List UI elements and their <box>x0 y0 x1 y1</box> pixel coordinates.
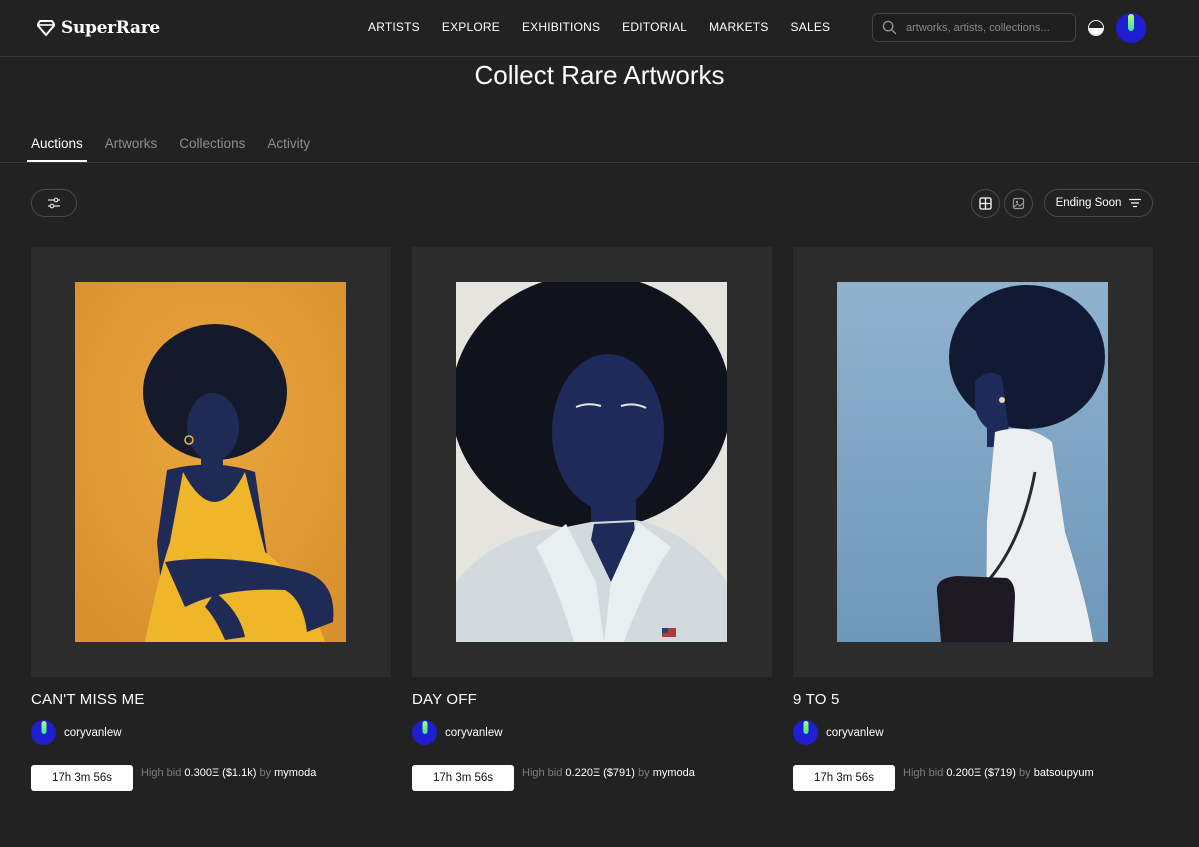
artwork-title[interactable]: DAY OFF <box>412 691 477 708</box>
tab-auctions[interactable]: Auctions <box>27 136 87 162</box>
bid-prefix: High bid <box>522 767 563 779</box>
bid-amount: 0.220Ξ ($791) <box>565 767 635 779</box>
sort-dropdown[interactable]: Ending Soon <box>1044 189 1153 217</box>
sort-label: Ending Soon <box>1055 197 1122 209</box>
nav-item-sales[interactable]: SALES <box>791 20 831 34</box>
brand-logo[interactable]: SuperRare <box>37 17 160 39</box>
image-icon <box>1012 197 1025 210</box>
high-bid-info: High bid 0.220Ξ ($791) by mymoda <box>522 767 695 779</box>
filter-button[interactable] <box>31 189 77 217</box>
brand-name: SuperRare <box>61 18 160 38</box>
bidder-name[interactable]: mymoda <box>653 767 695 779</box>
creator-name: coryvanlew <box>445 726 503 739</box>
artwork-frame[interactable] <box>412 247 772 677</box>
artwork-frame[interactable] <box>31 247 391 677</box>
search-box <box>872 13 1076 42</box>
search-icon <box>882 20 897 35</box>
tab-bar: Auctions Artworks Collections Activity <box>27 136 332 162</box>
bid-prefix: High bid <box>141 767 182 779</box>
artwork-image <box>456 282 727 642</box>
creator-avatar <box>31 720 56 745</box>
auction-timer: 17h 3m 56s <box>31 765 133 791</box>
auction-timer: 17h 3m 56s <box>793 765 895 791</box>
tab-artworks[interactable]: Artworks <box>105 136 158 161</box>
artwork-frame[interactable] <box>793 247 1153 677</box>
nav-item-artists[interactable]: ARTISTS <box>368 20 420 34</box>
auction-card: DAY OFF coryvanlew 17h 3m 56s High bid 0… <box>412 247 772 791</box>
auction-timer: 17h 3m 56s <box>412 765 514 791</box>
creator-avatar <box>412 720 437 745</box>
creator-link[interactable]: coryvanlew <box>31 720 122 745</box>
bid-by: by <box>638 767 650 779</box>
auction-card: 9 TO 5 coryvanlew 17h 3m 56s High bid 0.… <box>793 247 1153 791</box>
user-avatar[interactable] <box>1116 13 1146 43</box>
main-nav: ARTISTS EXPLORE EXHIBITIONS EDITORIAL MA… <box>368 20 852 34</box>
sort-lines-icon <box>1129 198 1142 208</box>
creator-name: coryvanlew <box>826 726 884 739</box>
grid-icon <box>979 197 992 210</box>
sliders-icon <box>48 197 60 209</box>
high-bid-info: High bid 0.200Ξ ($719) by batsoupyum <box>903 767 1094 779</box>
search-input[interactable] <box>906 21 1066 34</box>
nav-item-markets[interactable]: MARKETS <box>709 20 768 34</box>
auction-card: CAN'T MISS ME coryvanlew 17h 3m 56s High… <box>31 247 391 791</box>
diamond-icon <box>37 20 55 36</box>
bid-by: by <box>259 767 272 779</box>
bidder-name[interactable]: batsoupyum <box>1034 767 1094 779</box>
creator-name: coryvanlew <box>64 726 122 739</box>
nav-item-explore[interactable]: EXPLORE <box>442 20 500 34</box>
grid-view-button[interactable] <box>971 189 1000 218</box>
page-title: Collect Rare Artworks <box>474 60 725 90</box>
bidder-name[interactable]: mymoda <box>274 767 316 779</box>
theme-toggle-half-circle-icon[interactable] <box>1088 20 1104 36</box>
artwork-title[interactable]: CAN'T MISS ME <box>31 691 145 708</box>
artwork-image <box>837 282 1108 642</box>
tab-collections[interactable]: Collections <box>179 136 245 161</box>
creator-avatar <box>793 720 818 745</box>
top-navigation-bar: SuperRare ARTISTS EXPLORE EXHIBITIONS ED… <box>0 0 1199 57</box>
creator-link[interactable]: coryvanlew <box>412 720 503 745</box>
nav-item-editorial[interactable]: EDITORIAL <box>622 20 687 34</box>
high-bid-info: High bid 0.300Ξ ($1.1k) by mymoda <box>141 767 316 779</box>
nav-item-exhibitions[interactable]: EXHIBITIONS <box>522 20 600 34</box>
tabs-divider <box>0 162 1199 163</box>
bid-by: by <box>1019 767 1031 779</box>
creator-link[interactable]: coryvanlew <box>793 720 884 745</box>
bid-amount: 0.200Ξ ($719) <box>946 767 1016 779</box>
bid-amount: 0.300Ξ ($1.1k) <box>184 767 257 779</box>
bid-prefix: High bid <box>903 767 944 779</box>
image-view-button[interactable] <box>1004 189 1033 218</box>
tab-activity[interactable]: Activity <box>267 136 310 161</box>
artwork-image <box>75 282 346 642</box>
artwork-title[interactable]: 9 TO 5 <box>793 691 840 708</box>
